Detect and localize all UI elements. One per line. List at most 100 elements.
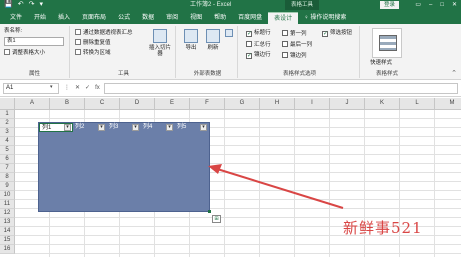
column-header[interactable]: J <box>330 98 365 110</box>
tab-view[interactable]: 视图 <box>184 12 208 24</box>
column-header[interactable]: G <box>225 98 260 110</box>
formula-input[interactable] <box>104 83 458 94</box>
row-header[interactable]: 2 <box>0 119 15 128</box>
name-box-dropdown-icon[interactable]: ▾ <box>50 84 53 90</box>
table-header-row: 列1 ▾ 列2 ▾ 列3 ▾ 列4 ▾ 列5 ▾ <box>39 123 209 132</box>
quick-styles-button[interactable] <box>372 28 402 58</box>
column-header[interactable]: F <box>190 98 225 110</box>
summarize-pivot-button[interactable]: 通过数据透视表汇总 <box>75 29 133 37</box>
quick-analysis-icon[interactable]: ⊞ <box>212 215 221 223</box>
tab-insert[interactable]: 插入 <box>52 12 76 24</box>
tab-page-layout[interactable]: 页面布局 <box>76 12 112 24</box>
formula-icons: ⋮ ✕ ✓ fx <box>64 83 100 94</box>
collapse-ribbon-icon[interactable]: ⌃ <box>451 69 457 77</box>
save-icon[interactable]: 💾 <box>4 1 13 9</box>
filter-dropdown-icon[interactable]: ▾ <box>98 124 105 131</box>
excel-table[interactable]: 列1 ▾ 列2 ▾ 列3 ▾ 列4 ▾ 列5 ▾ <box>38 122 210 212</box>
table-header-label: 列3 <box>109 124 119 130</box>
remove-duplicates-label: 删除重复值 <box>83 40 111 46</box>
filter-dropdown-icon[interactable]: ▾ <box>200 124 207 131</box>
maximize-icon[interactable]: □ <box>440 0 444 10</box>
unlink-button[interactable] <box>224 29 234 39</box>
tab-review[interactable]: 审阅 <box>160 12 184 24</box>
header-row-checkbox[interactable]: ✓ 标题行 <box>246 30 271 37</box>
login-button[interactable]: 登录 <box>380 1 400 9</box>
tab-file[interactable]: 文件 <box>4 12 28 24</box>
remove-duplicates-button[interactable]: 删除重复值 <box>75 39 111 47</box>
close-icon[interactable]: ✕ <box>452 0 457 10</box>
table-style-icon <box>379 35 397 51</box>
group-label-tools: 工具 <box>117 71 129 77</box>
row-header[interactable]: 10 <box>0 191 15 200</box>
undo-icon[interactable]: ↶ <box>18 1 24 9</box>
tab-data[interactable]: 数据 <box>136 12 160 24</box>
column-header[interactable]: C <box>85 98 120 110</box>
row-header[interactable]: 3 <box>0 128 15 137</box>
insert-slicer-button[interactable]: 插入切片器 <box>148 29 172 57</box>
row-header[interactable]: 4 <box>0 137 15 146</box>
total-row-checkbox[interactable]: 汇总行 <box>246 41 271 49</box>
column-header[interactable]: D <box>120 98 155 110</box>
tab-baidu-netdisk[interactable]: 百度网盘 <box>232 12 268 24</box>
customize-qat-icon[interactable]: ▾ <box>39 1 43 9</box>
banded-columns-checkbox[interactable]: 镶边列 <box>282 52 307 60</box>
insert-function-icon[interactable]: fx <box>95 83 100 94</box>
row-header[interactable]: 15 <box>0 236 15 245</box>
row-header[interactable]: 7 <box>0 164 15 173</box>
filter-dropdown-icon[interactable]: ▾ <box>132 124 139 131</box>
unlink-icon <box>225 29 233 37</box>
table-resize-handle[interactable] <box>208 210 211 213</box>
tab-home[interactable]: 开始 <box>28 12 52 24</box>
filter-dropdown-icon[interactable]: ▾ <box>166 124 173 131</box>
export-label: 导出 <box>185 45 197 51</box>
banded-rows-label: 镶边行 <box>254 52 271 58</box>
checkbox-unchecked-icon <box>246 41 252 47</box>
filter-dropdown-icon[interactable]: ▾ <box>64 124 71 131</box>
column-header[interactable]: I <box>295 98 330 110</box>
column-header[interactable]: H <box>260 98 295 110</box>
enter-icon[interactable]: ✓ <box>85 83 90 94</box>
refresh-button[interactable]: 刷新 <box>204 29 222 51</box>
row-header[interactable]: 16 <box>0 245 15 254</box>
tell-me-search[interactable]: ♀ 操作说明搜索 <box>298 12 352 24</box>
export-button[interactable]: 导出 <box>182 29 200 51</box>
column-header[interactable]: M <box>435 98 461 110</box>
table-name-input[interactable]: 表1 <box>4 37 64 46</box>
table-name-label: 表名称: <box>4 28 23 34</box>
row-header[interactable]: 9 <box>0 182 15 191</box>
column-header[interactable]: L <box>400 98 435 110</box>
convert-range-label: 转换为区域 <box>83 50 111 56</box>
tab-help[interactable]: 帮助 <box>208 12 232 24</box>
first-column-checkbox[interactable]: 第一列 <box>282 30 307 38</box>
redo-icon[interactable]: ↷ <box>29 1 35 9</box>
row-header[interactable]: 13 <box>0 218 15 227</box>
resize-table-button[interactable]: 调整表格大小 <box>4 49 45 57</box>
row-header[interactable]: 12 <box>0 209 15 218</box>
select-all-corner[interactable] <box>0 98 15 110</box>
row-header[interactable]: 11 <box>0 200 15 209</box>
remove-duplicates-icon <box>75 39 81 45</box>
tab-table-design[interactable]: 表设计 <box>268 12 299 24</box>
row-header[interactable]: 6 <box>0 155 15 164</box>
row-header[interactable]: 8 <box>0 173 15 182</box>
tab-formulas[interactable]: 公式 <box>112 12 136 24</box>
convert-range-button[interactable]: 转换为区域 <box>75 49 111 57</box>
column-header[interactable]: B <box>50 98 85 110</box>
row-header[interactable]: 5 <box>0 146 15 155</box>
summarize-pivot-label: 通过数据透视表汇总 <box>83 30 133 36</box>
column-header[interactable]: E <box>155 98 190 110</box>
ribbon: 表名称: 表1 调整表格大小 属性 通过数据透视表汇总 删除重复值 转换为区域 … <box>0 24 461 80</box>
row-header[interactable]: 14 <box>0 227 15 236</box>
column-header[interactable]: K <box>365 98 400 110</box>
column-header[interactable]: A <box>15 98 50 110</box>
minimize-icon[interactable]: – <box>429 0 432 10</box>
ribbon-display-icon[interactable]: ▭ <box>415 0 421 10</box>
checkbox-unchecked-icon <box>282 30 288 36</box>
cancel-icon[interactable]: ✕ <box>75 83 80 94</box>
last-column-checkbox[interactable]: 最后一列 <box>282 41 312 49</box>
banded-rows-checkbox[interactable]: ✓ 镶边行 <box>246 52 271 59</box>
row-header[interactable]: 1 <box>0 110 15 119</box>
filter-button-checkbox[interactable]: ✓ 筛选按钮 <box>322 30 352 37</box>
group-label-style-options: 表格样式选项 <box>282 71 316 77</box>
checkbox-unchecked-icon <box>282 41 288 47</box>
